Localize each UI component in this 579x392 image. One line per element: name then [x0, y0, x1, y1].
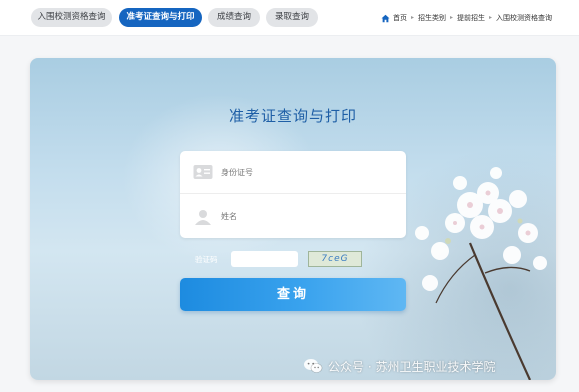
chevron-right-icon: ▸: [450, 14, 454, 21]
captcha-label: 验证码: [195, 254, 218, 264]
id-number-placeholder: 身份证号: [221, 167, 253, 177]
tab-qualification-query[interactable]: 入围校测资格查询: [31, 8, 112, 27]
tab-score-query[interactable]: 成绩查询: [208, 8, 260, 27]
query-button[interactable]: 查询: [180, 278, 406, 311]
id-card-icon: [193, 165, 213, 179]
tab-admission-ticket[interactable]: 准考证查询与打印: [119, 8, 202, 27]
chevron-right-icon: ▸: [411, 14, 415, 21]
captcha-row: 验证码 7ceG: [195, 251, 362, 267]
captcha-input[interactable]: [231, 251, 298, 267]
page-title: 准考证查询与打印: [228, 107, 357, 125]
query-panel: 准考证查询与打印 身份证号 姓名 验证码 7ceG 查询: [30, 58, 556, 380]
captcha-image[interactable]: 7ceG: [308, 251, 362, 267]
breadcrumb-category[interactable]: 招生类别: [418, 12, 446, 24]
id-number-field[interactable]: 身份证号: [180, 151, 406, 194]
name-placeholder: 姓名: [221, 212, 237, 221]
wechat-icon: [304, 359, 323, 373]
breadcrumb-early-admission[interactable]: 提前招生: [457, 12, 485, 24]
blossom-decoration: [415, 167, 547, 380]
breadcrumb-home[interactable]: 首页: [393, 12, 407, 24]
watermark: 公众号 · 苏州卫生职业技术学院: [303, 356, 495, 376]
breadcrumb-current: 入围校测资格查询: [496, 14, 553, 22]
chevron-right-icon: ▸: [489, 14, 493, 21]
name-field[interactable]: 姓名: [180, 195, 406, 238]
tab-admission-query[interactable]: 录取查询: [266, 8, 318, 27]
home-icon: [381, 14, 390, 22]
watermark-text: 公众号 · 苏州卫生职业技术学院: [328, 359, 496, 374]
query-form: 身份证号 姓名: [180, 151, 406, 238]
breadcrumb: 首页 ▸ 招生类别 ▸ 提前招生 ▸ 入围校测资格查询: [381, 12, 552, 24]
user-icon: [195, 209, 211, 225]
top-nav-bar: 入围校测资格查询 准考证查询与打印 成绩查询 录取查询 首页 ▸ 招生类别 ▸ …: [0, 0, 579, 36]
